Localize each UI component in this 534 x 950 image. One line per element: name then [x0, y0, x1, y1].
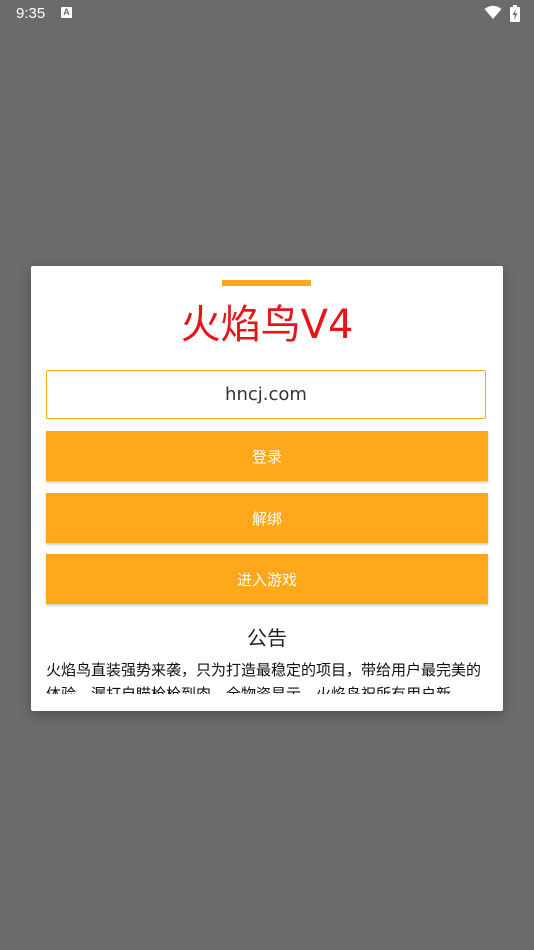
app-title: 火焰鸟V4 [180, 302, 354, 348]
enter-game-button[interactable]: 进入游戏 [46, 554, 488, 604]
wifi-icon [484, 5, 502, 19]
unbind-button[interactable]: 解绑 [46, 493, 488, 543]
notice-body: 火焰鸟直装强势来袭，只为打造最稳定的项目，带给用户最完美的体验。漏打自瞄枪枪到肉… [46, 661, 482, 694]
accent-bar [222, 280, 311, 286]
card-key-input[interactable] [46, 370, 486, 419]
battery-charging-icon [510, 5, 520, 22]
notice-title: 公告 [247, 626, 287, 650]
login-button[interactable]: 登录 [46, 431, 488, 481]
app-notification-icon: A [61, 7, 72, 18]
status-bar: 9:35 A [0, 0, 534, 28]
status-time: 9:35 [16, 5, 46, 22]
login-dialog: 火焰鸟V4 登录 解绑 进入游戏 公告 火焰鸟直装强势来袭，只为打造最稳定的项目… [31, 266, 503, 711]
